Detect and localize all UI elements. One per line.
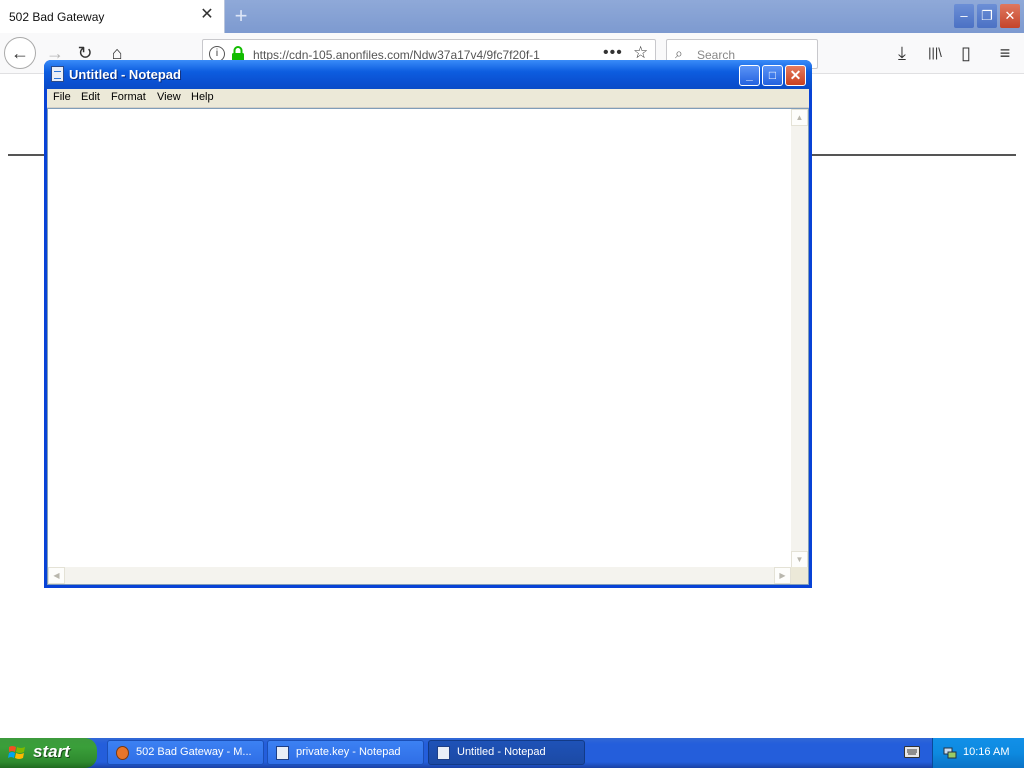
sidebar-icon[interactable]: ▯ — [951, 38, 981, 68]
browser-restore-button[interactable]: ❐ — [977, 4, 997, 28]
clock[interactable]: 10:16 AM — [963, 746, 1009, 758]
notepad-text-area[interactable]: ▲ ▼ ◀ ▶ — [47, 108, 809, 585]
back-icon[interactable]: ← — [4, 37, 36, 69]
notepad-icon — [276, 746, 289, 760]
taskbar-item-label: 502 Bad Gateway - M... — [136, 746, 252, 758]
scroll-up-icon[interactable]: ▲ — [791, 109, 808, 126]
firefox-icon — [116, 746, 129, 760]
tab-close-icon[interactable]: ✕ — [198, 6, 216, 24]
horizontal-scrollbar[interactable]: ◀ ▶ — [48, 567, 791, 584]
new-tab-button[interactable]: + — [228, 3, 254, 29]
vertical-scrollbar[interactable]: ▲ ▼ — [791, 109, 808, 568]
windows-logo-icon — [8, 746, 25, 759]
system-tray: 10:16 AM — [932, 738, 1024, 768]
notepad-minimize-button[interactable]: _ — [739, 65, 760, 86]
notepad-window: Untitled - Notepad _ □ ✕ File Edit Forma… — [44, 60, 812, 588]
keyboard-icon[interactable] — [904, 746, 920, 758]
menu-view[interactable]: View — [157, 91, 181, 103]
notepad-menu-bar: File Edit Format View Help — [47, 89, 809, 108]
browser-close-button[interactable]: ✕ — [1000, 4, 1020, 28]
browser-minimize-button[interactable]: – — [954, 4, 974, 28]
download-icon[interactable]: ⤓ — [887, 38, 917, 68]
taskbar-item-label: Untitled - Notepad — [457, 746, 546, 758]
network-icon[interactable] — [943, 746, 957, 760]
resize-grip-icon[interactable] — [791, 567, 808, 584]
taskbar-item-firefox[interactable]: 502 Bad Gateway - M... — [107, 740, 264, 765]
taskbar: start 502 Bad Gateway - M... private.key… — [0, 738, 1024, 768]
tab-title: 502 Bad Gateway — [9, 10, 105, 24]
scroll-right-icon[interactable]: ▶ — [774, 567, 791, 584]
library-icon[interactable]: |||\ — [920, 38, 950, 68]
taskbar-item-private-key-notepad[interactable]: private.key - Notepad — [267, 740, 424, 765]
menu-format[interactable]: Format — [111, 91, 146, 103]
notepad-close-button[interactable]: ✕ — [785, 65, 806, 86]
taskbar-item-untitled-notepad[interactable]: Untitled - Notepad — [428, 740, 585, 765]
scroll-down-icon[interactable]: ▼ — [791, 551, 808, 568]
hamburger-menu-icon[interactable]: ≡ — [990, 38, 1020, 68]
menu-file[interactable]: File — [53, 91, 71, 103]
notepad-maximize-button[interactable]: □ — [762, 65, 783, 86]
notepad-app-icon — [51, 66, 64, 82]
notepad-icon — [437, 746, 450, 760]
tab-502-bad-gateway[interactable]: 502 Bad Gateway ✕ — [0, 0, 225, 33]
taskbar-item-label: private.key - Notepad — [296, 746, 401, 758]
tab-strip: 502 Bad Gateway ✕ + – ❐ ✕ — [0, 0, 1024, 33]
start-label: start — [33, 742, 70, 761]
menu-help[interactable]: Help — [191, 91, 214, 103]
scroll-left-icon[interactable]: ◀ — [48, 567, 65, 584]
menu-edit[interactable]: Edit — [81, 91, 100, 103]
notepad-title-bar[interactable]: Untitled - Notepad _ □ ✕ — [44, 60, 812, 89]
notepad-title: Untitled - Notepad — [69, 67, 181, 82]
start-button[interactable]: start — [0, 738, 97, 768]
